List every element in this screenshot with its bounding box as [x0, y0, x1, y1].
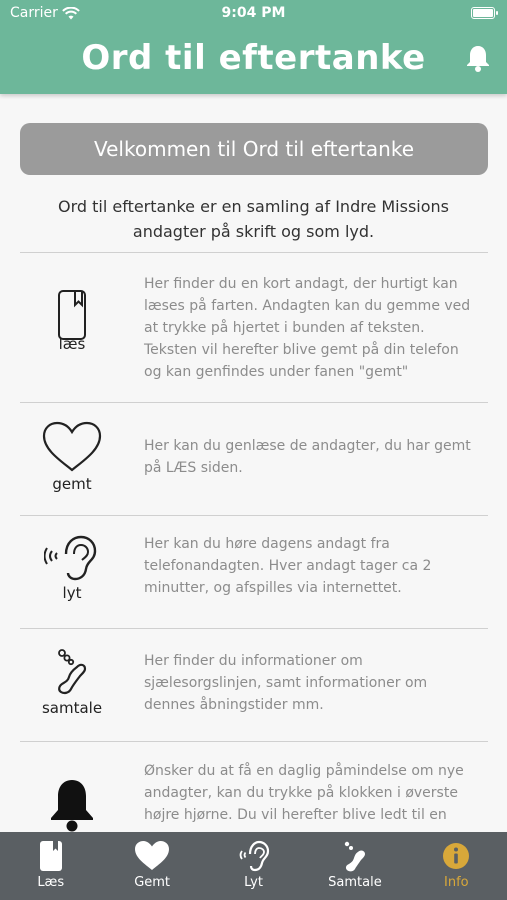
book-icon	[39, 841, 62, 871]
bell-icon[interactable]	[465, 44, 491, 72]
tab-label: Lyt	[244, 875, 263, 890]
section-label: gemt	[52, 475, 92, 493]
tab-label: Læs	[37, 875, 65, 890]
section-label: lyt	[62, 584, 82, 602]
section-gemt: gemt Her kan du genlæse de andagter, du …	[20, 402, 488, 515]
section-description: Ønsker du at få en daglig påmindelse om …	[144, 763, 464, 823]
section-icon: samtale	[20, 647, 124, 717]
section-description: Her finder du en kort andagt, der hurtig…	[144, 276, 471, 380]
tab-bar: Læs Gemt Lyt Samtale Info	[0, 832, 507, 900]
section-notification: Ønsker du at få en daglig påmindelse om …	[20, 741, 488, 832]
status-bar: Carrier 9:04 PM	[0, 0, 507, 28]
ear-icon	[239, 840, 269, 872]
section-icon: gemt	[20, 421, 124, 493]
tab-info[interactable]: Info	[406, 832, 507, 900]
book-icon	[58, 290, 86, 340]
section-label: samtale	[41, 699, 103, 717]
heart-icon	[42, 421, 102, 472]
section-description: Her kan du genlæse de andagter, du har g…	[144, 438, 471, 476]
tab-gemt[interactable]: Gemt	[101, 832, 202, 900]
section-lyt: lyt Her kan du høre dagens andagt fra te…	[20, 515, 488, 628]
section-icon: lyt	[20, 534, 124, 602]
welcome-banner: Velkommen til Ord til eftertanke	[20, 123, 488, 175]
tab-label: Samtale	[328, 875, 382, 890]
battery-icon	[471, 7, 498, 19]
section-icon: læs	[20, 289, 124, 353]
intro-text: Ord til eftertanke er en samling af Indr…	[57, 197, 450, 241]
tab-lyt[interactable]: Lyt	[203, 832, 304, 900]
info-content[interactable]: Velkommen til Ord til eftertanke Ord til…	[0, 94, 507, 832]
section-icon	[20, 778, 124, 832]
tab-label: Gemt	[134, 875, 171, 890]
section-laes: læs Her finder du en kort andagt, der hu…	[20, 252, 488, 402]
tab-laes[interactable]: Læs	[0, 832, 101, 900]
heart-icon	[135, 841, 170, 870]
section-label: læs	[58, 335, 86, 353]
tab-label: Info	[444, 875, 469, 890]
tab-samtale[interactable]: Samtale	[304, 832, 405, 900]
bell-icon	[51, 780, 93, 832]
section-description: Her kan du høre dagens andagt fra telefo…	[144, 536, 432, 596]
info-icon	[443, 843, 470, 869]
status-time: 9:04 PM	[221, 5, 286, 21]
app-header: Carrier 9:04 PM Ord til eftertanke	[0, 0, 507, 94]
ear-icon	[44, 535, 97, 581]
page-title: Ord til eftertanke	[81, 38, 426, 78]
phone-icon	[58, 649, 87, 695]
section-samtale: samtale Her finder du informationer om s…	[20, 628, 488, 741]
section-description: Her finder du informationer om sjælesorg…	[144, 653, 428, 713]
phone-icon	[344, 841, 365, 872]
